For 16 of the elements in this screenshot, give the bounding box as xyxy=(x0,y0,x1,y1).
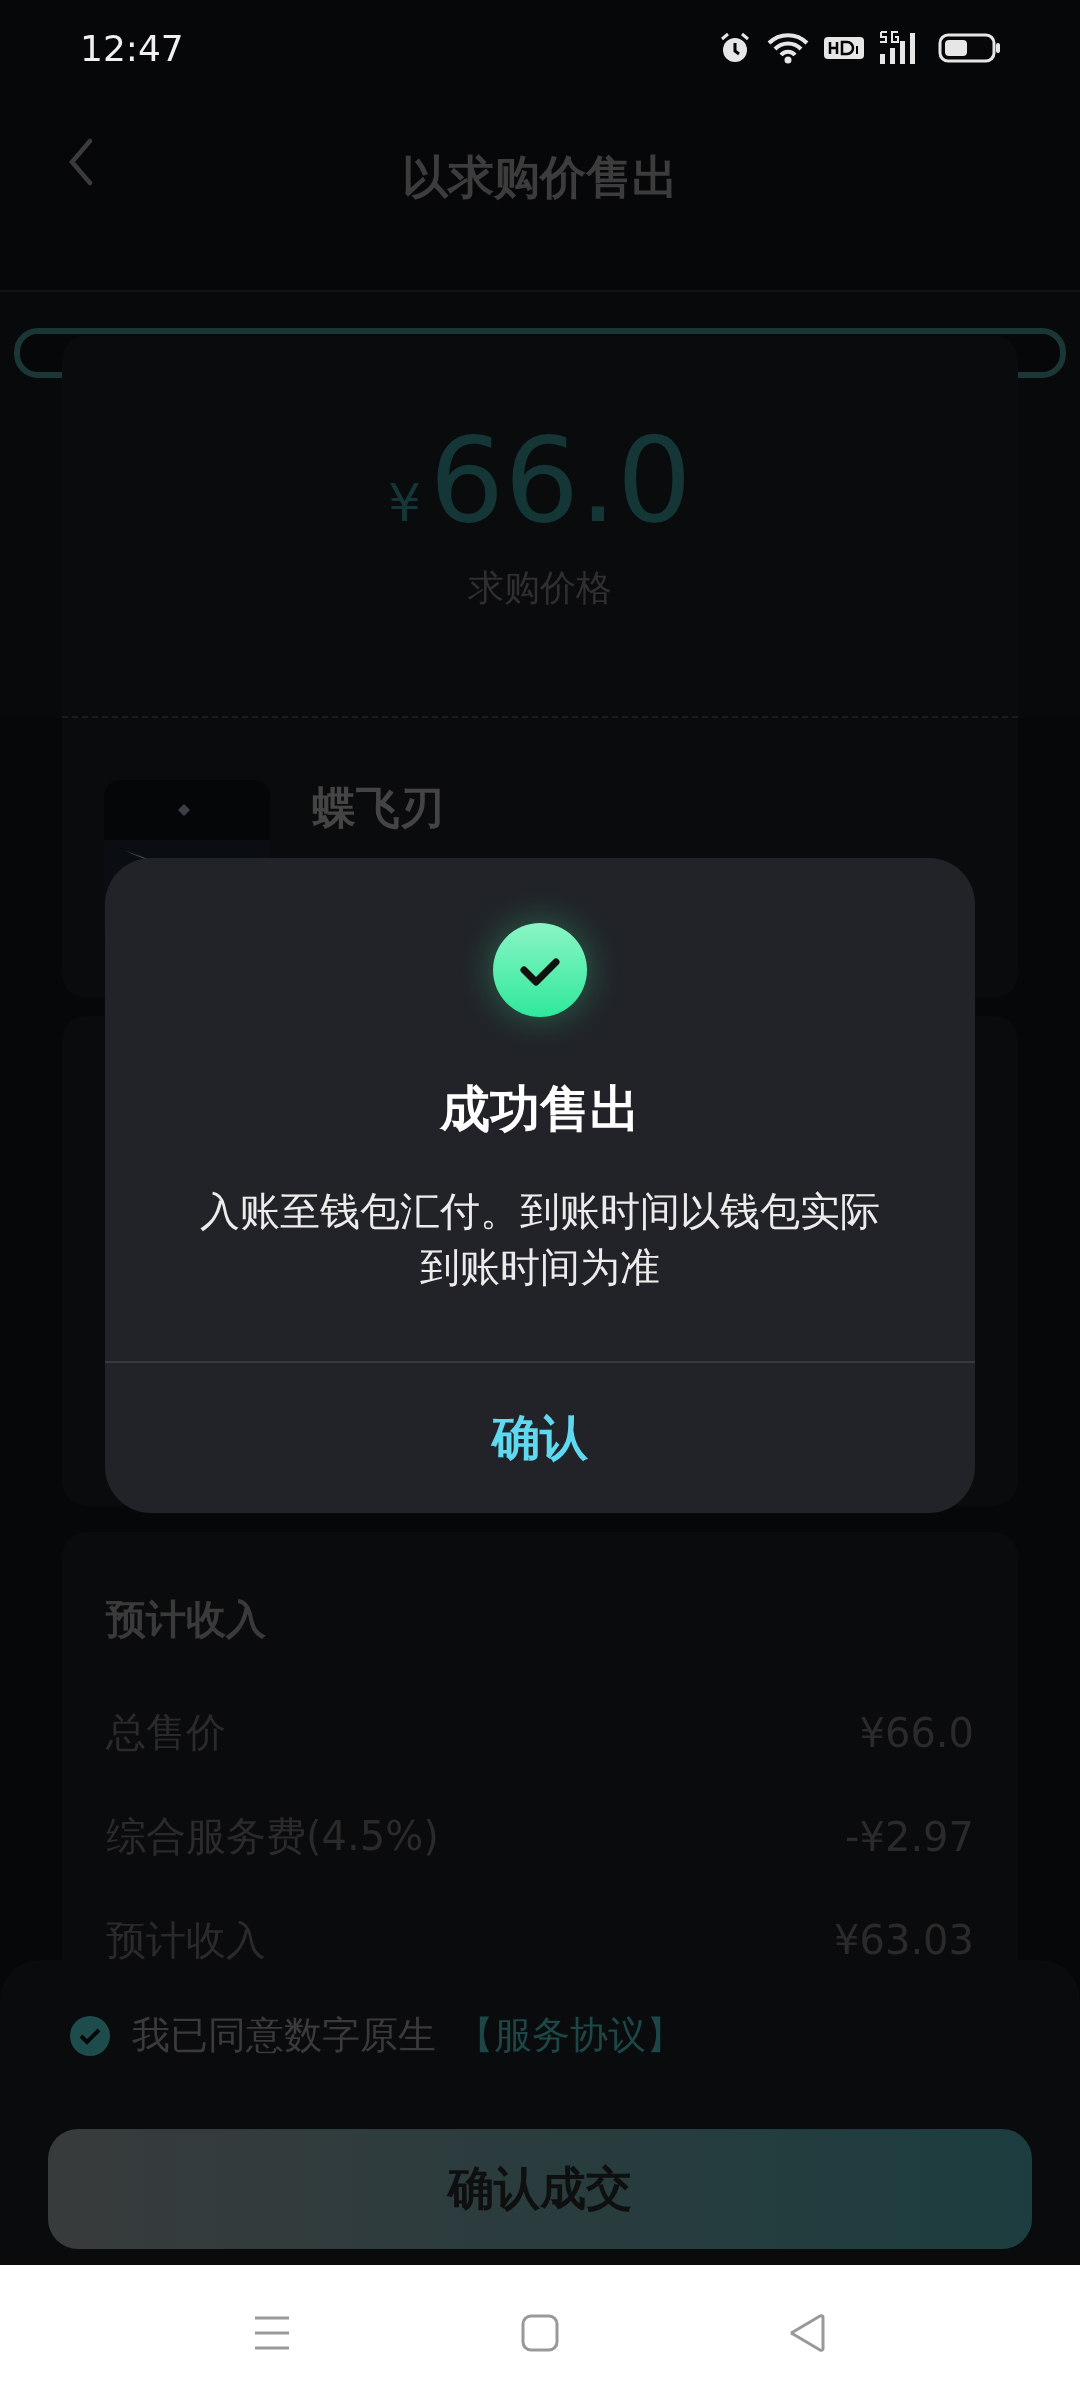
back-icon[interactable] xyxy=(68,138,94,186)
dialog-title: 成功售出 xyxy=(440,1079,640,1140)
back-triangle-icon[interactable] xyxy=(789,2313,827,2352)
alarm-icon xyxy=(718,31,752,65)
dialog-message: 入账至钱包汇付。到账时间以钱包实际到账时间为准 xyxy=(199,1187,881,1292)
home-icon[interactable] xyxy=(521,2313,559,2352)
product-name: 蝶飞刃 xyxy=(312,784,444,833)
success-check-icon xyxy=(492,922,588,1018)
dialog-confirm-button[interactable]: 确认 xyxy=(105,1361,975,1513)
status-time: 12:47 xyxy=(80,27,184,69)
agreement-link[interactable]: 【服务协议】 xyxy=(456,2010,684,2061)
checkbox[interactable] xyxy=(68,2013,112,2058)
battery-icon xyxy=(938,32,1002,64)
wifi-icon xyxy=(766,31,810,65)
currency-sign: ¥ xyxy=(388,473,422,533)
hd-icon xyxy=(824,34,864,62)
